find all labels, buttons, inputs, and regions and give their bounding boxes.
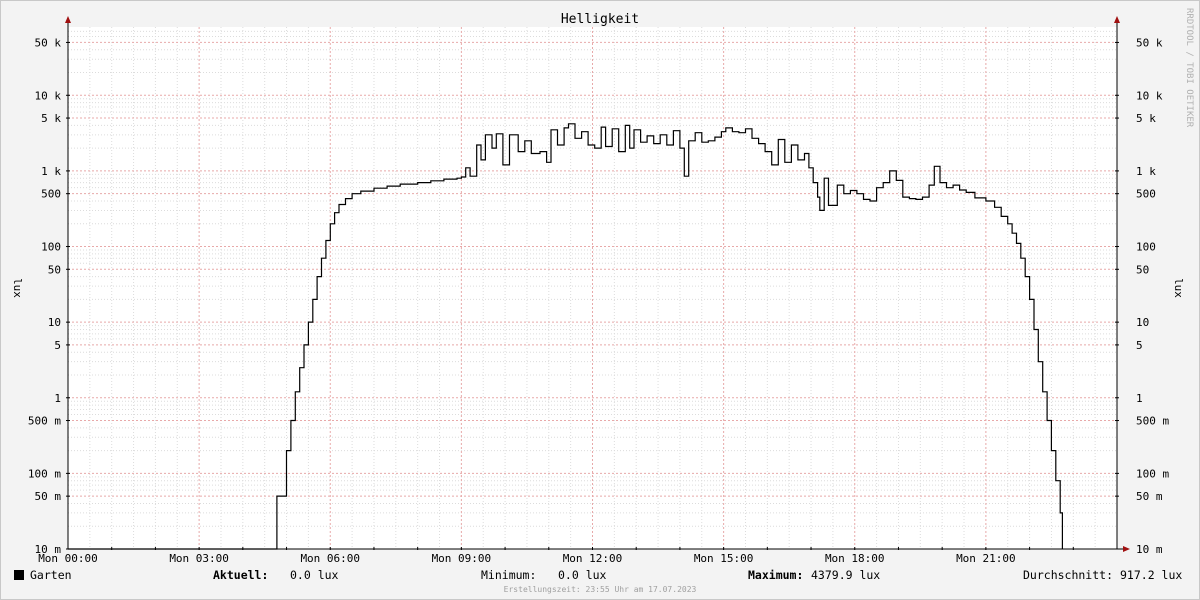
y-tick-label: 5 bbox=[1136, 339, 1143, 352]
y-tick-labels-right: 50 k 10 k 5 k 1 k 500 100 50 10 5 1 500 m 100 m 50 m… bbox=[1136, 36, 1169, 556]
x-tick-label: Mon 06:00 bbox=[300, 552, 360, 565]
creation-timestamp: Erstellungszeit: 23:55 Uhr am 17.07.2023 bbox=[504, 585, 697, 594]
y-tick-label: 500 m bbox=[28, 415, 61, 428]
legend-swatch-garten bbox=[14, 570, 24, 580]
y-tick-label: 100 bbox=[1136, 241, 1156, 254]
rrdtool-credit: RRDTOOL / TOBI OETIKER bbox=[1184, 8, 1194, 128]
legend-avg-label: Durchschnitt: bbox=[1023, 568, 1113, 582]
x-tick-label: Mon 15:00 bbox=[694, 552, 754, 565]
legend-min-value: 0.0 lux bbox=[558, 568, 607, 582]
y-tick-label: 50 k bbox=[35, 36, 62, 49]
y-tick-label: 5 k bbox=[1136, 112, 1156, 125]
legend-min-label: Minimum: bbox=[481, 568, 536, 582]
y-tick-label: 500 bbox=[41, 188, 61, 201]
y-tick-label: 1 bbox=[54, 392, 61, 405]
y-axis-label-right: lux bbox=[1172, 278, 1185, 298]
y-tick-label: 50 bbox=[1136, 263, 1149, 276]
y-tick-label: 5 k bbox=[41, 112, 61, 125]
chart-title: Helligkeit bbox=[561, 12, 639, 27]
x-tick-label: Mon 09:00 bbox=[432, 552, 492, 565]
y-tick-label: 1 k bbox=[41, 165, 61, 178]
legend-avg-value: 917.2 lux bbox=[1120, 568, 1182, 582]
y-tick-label: 500 m bbox=[1136, 415, 1169, 428]
y-tick-label: 10 k bbox=[35, 89, 62, 102]
y-tick-label: 50 m bbox=[35, 490, 62, 503]
y-tick-label: 10 k bbox=[1136, 89, 1163, 102]
legend-max-value: 4379.9 lux bbox=[811, 568, 880, 582]
legend-current-value: 0.0 lux bbox=[290, 568, 339, 582]
y-tick-label: 100 m bbox=[1136, 467, 1169, 480]
y-tick-label: 5 bbox=[54, 339, 61, 352]
chart-canvas: 50 k 10 k 5 k 1 k 500 100 50 10 5 1 500 m 100 m 50 m… bbox=[11, 8, 1194, 594]
y-tick-label: 50 bbox=[48, 263, 61, 276]
y-tick-labels-left: 50 k 10 k 5 k 1 k 500 100 50 10 5 1 500 m 100 m 50 m… bbox=[28, 36, 61, 556]
y-tick-label: 50 k bbox=[1136, 36, 1163, 49]
y-tick-label: 1 bbox=[1136, 392, 1143, 405]
y-tick-label: 50 m bbox=[1136, 490, 1163, 503]
y-tick-label: 100 m bbox=[28, 467, 61, 480]
x-tick-labels: Mon 00:00 Mon 03:00 Mon 06:00 Mon 09:00 Mon … bbox=[38, 552, 1015, 565]
y-tick-label: 10 bbox=[1136, 316, 1149, 329]
y-tick-label: 500 bbox=[1136, 188, 1156, 201]
x-tick-label: Mon 00:00 bbox=[38, 552, 98, 565]
legend-series-name: Garten bbox=[30, 568, 72, 582]
y-axis-arrow-right bbox=[1114, 16, 1120, 23]
x-tick-label: Mon 03:00 bbox=[169, 552, 229, 565]
legend-max-label: Maximum: bbox=[748, 568, 803, 582]
y-axis-arrow-left bbox=[65, 16, 71, 23]
legend-current-label: Aktuell: bbox=[213, 568, 268, 582]
x-tick-label: Mon 18:00 bbox=[825, 552, 885, 565]
y-tick-label: 1 k bbox=[1136, 165, 1156, 178]
x-tick-label: Mon 12:00 bbox=[563, 552, 623, 565]
x-tick-label: Mon 21:00 bbox=[956, 552, 1016, 565]
y-tick-label: 10 m bbox=[1136, 543, 1163, 556]
y-tick-label: 10 bbox=[48, 316, 61, 329]
y-tick-label: 100 bbox=[41, 241, 61, 254]
y-axis-label-left: lux bbox=[11, 278, 24, 298]
x-axis-arrow bbox=[1123, 546, 1130, 552]
